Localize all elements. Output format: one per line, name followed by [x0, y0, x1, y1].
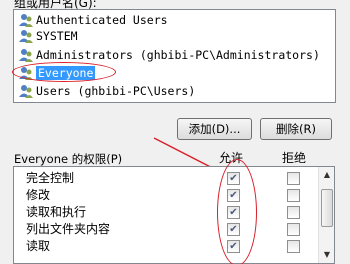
- permissions-list: 完全控制 ✔ 修改 ✔ 读取和执行 ✔ 列出文件夹内容 ✔ 读取 ✔: [13, 166, 335, 264]
- deny-checkbox-list-folder[interactable]: [287, 223, 300, 236]
- permission-name: 读取: [26, 239, 51, 253]
- deny-checkbox-full-control[interactable]: [287, 172, 300, 185]
- permission-row-modify: 修改: [26, 187, 50, 203]
- permission-name: 列出文件夹内容: [26, 222, 111, 236]
- permissions-label: Everyone 的权限(P): [14, 152, 123, 166]
- permissions-scrollbar[interactable]: ▲ ▼: [318, 167, 334, 263]
- permission-row-list-folder: 列出文件夹内容: [26, 221, 110, 237]
- permission-name: 修改: [26, 188, 51, 202]
- permission-row-full-control: 完全控制: [26, 170, 74, 186]
- permission-name: 完全控制: [26, 171, 75, 185]
- deny-checkbox-read[interactable]: [287, 240, 300, 253]
- scroll-thumb[interactable]: [321, 189, 333, 227]
- deny-checkbox-read-execute[interactable]: [287, 206, 300, 219]
- deny-checkbox-modify[interactable]: [287, 189, 300, 202]
- permission-row-read: 读取: [26, 238, 50, 254]
- deny-column-header: 拒绝: [282, 151, 307, 165]
- annotation-ellipse-allow-column: [217, 159, 257, 264]
- scroll-down-arrow-icon[interactable]: ▼: [319, 247, 335, 263]
- permission-name: 读取和执行: [26, 205, 87, 219]
- permission-row-read-execute: 读取和执行: [26, 204, 86, 220]
- scroll-up-arrow-icon[interactable]: ▲: [319, 167, 335, 183]
